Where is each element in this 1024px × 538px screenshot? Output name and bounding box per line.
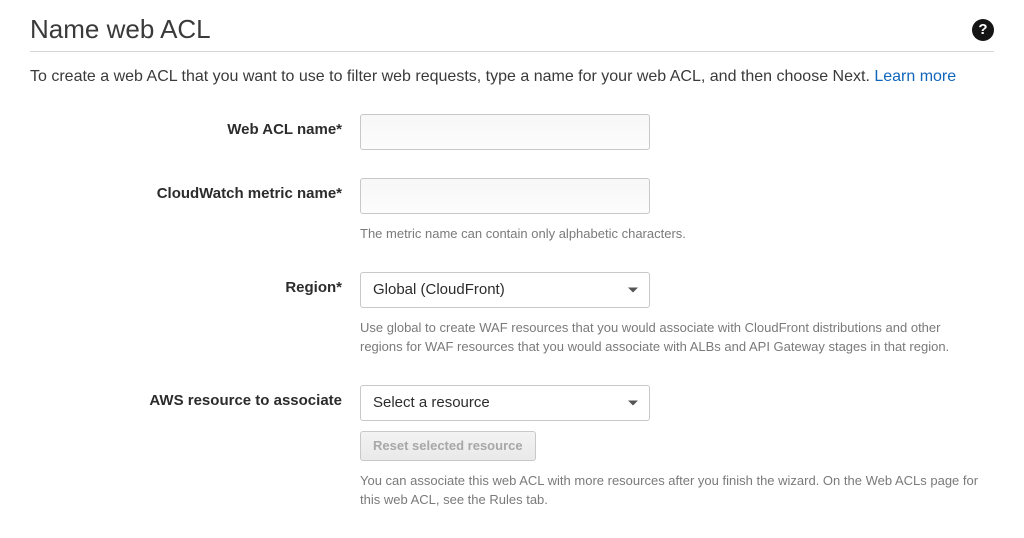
help-icon[interactable]: ? [972,19,994,41]
intro-body: To create a web ACL that you want to use… [30,68,874,85]
learn-more-link[interactable]: Learn more [874,68,956,85]
region-selected-value: Global (CloudFront) [373,281,505,298]
intro-text: To create a web ACL that you want to use… [30,66,994,88]
metric-name-input[interactable] [360,178,650,214]
page-title: Name web ACL [30,14,211,45]
resource-select[interactable]: Select a resource [360,385,650,421]
acl-name-label: Web ACL name* [30,114,360,138]
reset-resource-button: Reset selected resource [360,431,536,461]
region-helper: Use global to create WAF resources that … [360,318,980,357]
resource-helper: You can associate this web ACL with more… [360,471,980,510]
region-label: Region* [30,272,360,296]
resource-selected-value: Select a resource [373,394,490,411]
region-select[interactable]: Global (CloudFront) [360,272,650,308]
metric-name-label: CloudWatch metric name* [30,178,360,202]
metric-name-helper: The metric name can contain only alphabe… [360,224,980,244]
acl-name-input[interactable] [360,114,650,150]
resource-label: AWS resource to associate [30,385,360,409]
